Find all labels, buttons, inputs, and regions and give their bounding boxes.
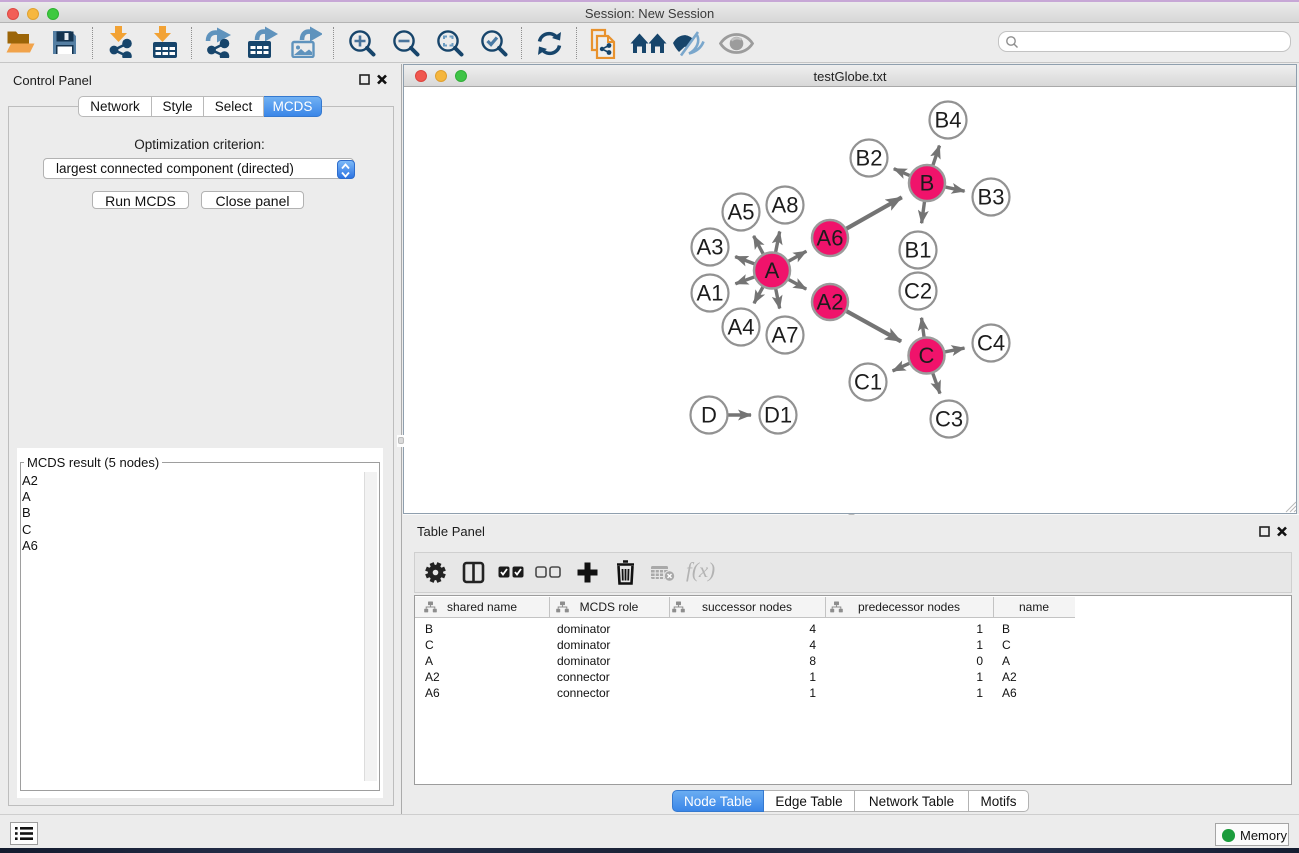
svg-text:A: A bbox=[765, 258, 780, 283]
svg-text:A4: A4 bbox=[728, 315, 755, 340]
svg-text:A1: A1 bbox=[697, 281, 724, 306]
svg-text:B2: B2 bbox=[856, 146, 883, 171]
svg-text:C2: C2 bbox=[904, 279, 932, 304]
svg-text:D: D bbox=[701, 403, 717, 428]
svg-text:B: B bbox=[920, 171, 935, 196]
svg-text:C: C bbox=[919, 343, 935, 368]
svg-text:A5: A5 bbox=[728, 200, 755, 225]
svg-text:A7: A7 bbox=[772, 323, 799, 348]
svg-text:B1: B1 bbox=[905, 238, 932, 263]
svg-text:A6: A6 bbox=[817, 226, 844, 251]
svg-text:B4: B4 bbox=[935, 108, 962, 133]
svg-text:A2: A2 bbox=[817, 290, 844, 315]
svg-text:C4: C4 bbox=[977, 331, 1005, 356]
svg-text:A3: A3 bbox=[697, 235, 724, 260]
svg-text:B3: B3 bbox=[978, 185, 1005, 210]
svg-text:D1: D1 bbox=[764, 403, 792, 428]
svg-text:C3: C3 bbox=[935, 407, 963, 432]
svg-text:A8: A8 bbox=[772, 193, 799, 218]
svg-text:C1: C1 bbox=[854, 370, 882, 395]
